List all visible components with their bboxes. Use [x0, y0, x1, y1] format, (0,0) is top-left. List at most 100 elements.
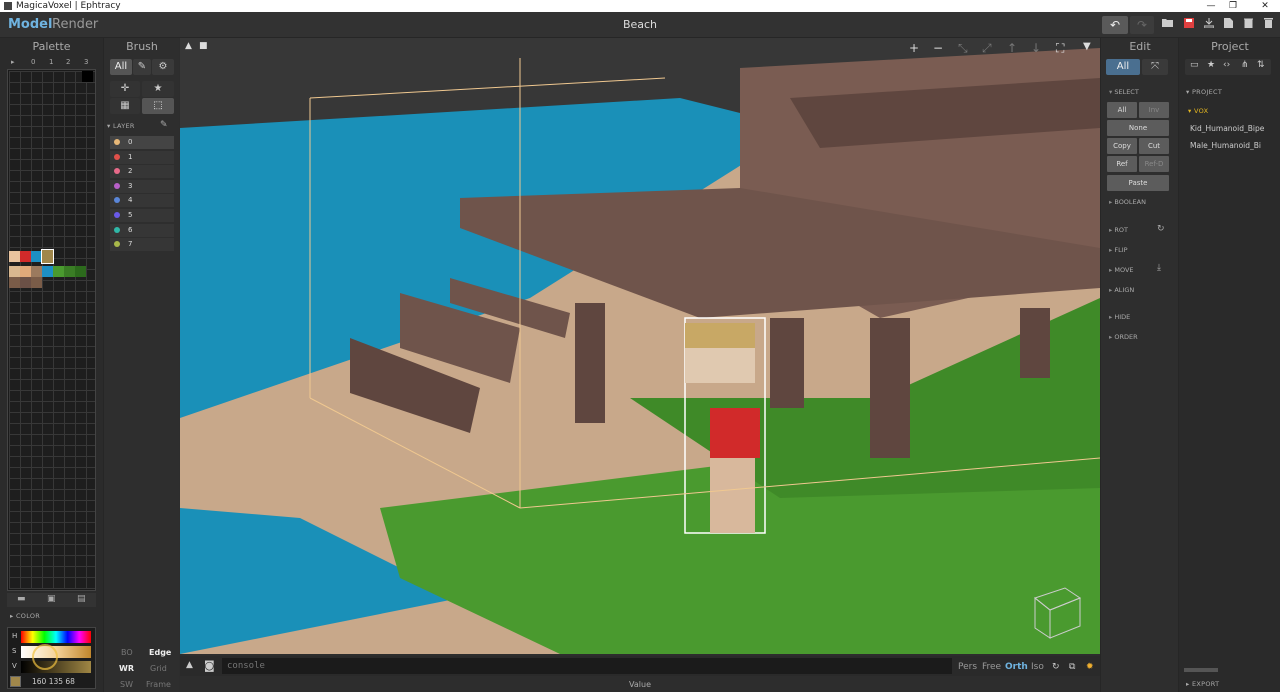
camera-icon[interactable]: ◙ [204, 659, 215, 672]
minimize-button[interactable]: — [1200, 0, 1222, 12]
palette-swatch[interactable] [42, 266, 53, 277]
layer-row[interactable]: 7 [110, 238, 174, 252]
paint-brush-icon[interactable]: ✎ [133, 59, 151, 75]
copy-button[interactable]: Copy [1107, 138, 1137, 154]
select-all-button[interactable]: All [1107, 102, 1137, 118]
palette-swatch[interactable] [82, 71, 93, 82]
option-grid[interactable]: Grid [150, 664, 167, 673]
layer-row[interactable]: 3 [110, 179, 174, 193]
ref-button[interactable]: Ref [1107, 156, 1137, 172]
undo-button[interactable]: ↶ [1102, 16, 1128, 34]
arrow-up-icon[interactable]: ↑ [1007, 41, 1017, 55]
palette-swatch[interactable] [9, 266, 20, 277]
layer-row[interactable]: 1 [110, 150, 174, 164]
grid-icon[interactable]: ▦ [110, 98, 140, 114]
trash-icon[interactable] [1260, 18, 1276, 32]
camera-free[interactable]: Free [982, 662, 1001, 672]
palette-swatch[interactable] [31, 266, 42, 277]
new-file-icon[interactable] [1220, 18, 1236, 32]
redo-button[interactable]: ↷ [1130, 16, 1154, 34]
palette-page-2[interactable]: 2 [66, 58, 70, 66]
select-box-icon[interactable]: ⬚ [142, 98, 174, 114]
cut-button[interactable]: Cut [1139, 138, 1169, 154]
console-toggle-icon[interactable]: ▲ [186, 660, 193, 670]
palette-swatch[interactable] [31, 277, 42, 288]
palette-page-1[interactable]: 1 [49, 58, 53, 66]
boolean-section[interactable]: ▸ BOOLEAN [1109, 198, 1146, 206]
folder-icon[interactable]: ▭ [1190, 60, 1199, 70]
3d-viewport[interactable]: ▲ ■ + − ⤡ ⤢ ↑ ↓ ⛶ ▼ [180, 38, 1100, 654]
sun-icon[interactable]: ✹ [1086, 662, 1094, 672]
voxel-scene[interactable] [180, 38, 1100, 654]
delete-icon[interactable] [1240, 18, 1256, 32]
camera-orth[interactable]: Orth [1005, 662, 1028, 672]
layer-row[interactable]: 2 [110, 165, 174, 179]
viewport-menu-icon[interactable]: ▼ [1083, 41, 1091, 52]
brush-settings-icon[interactable]: ⚙ [152, 59, 174, 75]
select-invert-button[interactable]: Inv [1139, 102, 1169, 118]
paint-tool-icon[interactable]: ■ [199, 41, 208, 51]
rot-section[interactable]: ▸ ROT [1109, 226, 1128, 234]
save-palette-icon[interactable]: ▣ [47, 594, 56, 604]
save-icon[interactable] [1181, 18, 1197, 32]
collapse-icon[interactable]: ⤡ [958, 41, 968, 56]
palette-swatch[interactable] [20, 266, 31, 277]
align-section[interactable]: ▸ ALIGN [1109, 286, 1134, 294]
layer-row[interactable]: 5 [110, 209, 174, 222]
project-scrollbar[interactable] [1184, 668, 1218, 672]
open-palette-icon[interactable]: ▬ [17, 594, 26, 604]
code-icon[interactable]: ‹› [1223, 60, 1230, 70]
zoom-out-button[interactable]: − [933, 41, 943, 55]
zoom-in-button[interactable]: + [909, 41, 919, 55]
palette-swatch[interactable] [64, 266, 75, 277]
layer-row[interactable]: 4 [110, 194, 174, 208]
palette-swatch-selected[interactable] [41, 249, 54, 264]
hue-slider[interactable] [21, 631, 91, 643]
palette-swatch[interactable] [20, 277, 31, 288]
pointer-tool-icon[interactable]: ▲ [185, 41, 192, 51]
sort-icon[interactable]: ⇅ [1257, 60, 1265, 70]
close-button[interactable]: ✕ [1254, 0, 1276, 12]
palette-swatch[interactable] [20, 251, 31, 262]
palette-swatch[interactable] [53, 266, 64, 277]
layer-row[interactable]: 0 [110, 136, 174, 149]
order-section[interactable]: ▸ ORDER [1109, 333, 1138, 341]
project-item[interactable]: Male_Humanoid_Bi [1190, 141, 1266, 150]
brush-mode-all[interactable]: All [110, 59, 132, 75]
layer-row[interactable]: 6 [110, 223, 174, 237]
edit-mode-all[interactable]: All [1106, 59, 1140, 75]
edit-layer-icon[interactable]: ✎ [160, 120, 168, 130]
option-edge[interactable]: Edge [149, 648, 171, 657]
arrow-down-icon[interactable]: ↓ [1031, 41, 1041, 55]
file-palette-icon[interactable]: ▤ [77, 594, 86, 604]
vox-folder[interactable]: ▾ VOX [1188, 107, 1208, 115]
project-item[interactable]: Kid_Humanoid_Bipe [1190, 124, 1266, 133]
rotate-icon[interactable]: ↻ [1052, 662, 1060, 672]
resize-icon[interactable]: ⤧ [1142, 59, 1168, 75]
flip-section[interactable]: ▸ FLIP [1109, 246, 1128, 254]
option-bo[interactable]: BO [121, 648, 133, 657]
camera-pers[interactable]: Pers [958, 662, 977, 672]
select-none-button[interactable]: None [1107, 120, 1169, 136]
tree-icon[interactable]: ⋔ [1241, 60, 1249, 70]
color-cursor[interactable] [32, 644, 58, 670]
star-icon[interactable]: ★ [142, 81, 174, 97]
palette-swatch[interactable] [9, 251, 20, 262]
palette-swatch[interactable] [9, 277, 20, 288]
cube-icon[interactable]: ⧉ [1069, 662, 1075, 672]
option-wr[interactable]: WR [119, 664, 134, 673]
paste-button[interactable]: Paste [1107, 175, 1169, 191]
ref-d-button[interactable]: Ref-D [1139, 156, 1169, 172]
maximize-button[interactable]: ❐ [1222, 0, 1244, 12]
open-folder-icon[interactable] [1160, 18, 1176, 32]
export-section[interactable]: ▸ EXPORT [1186, 680, 1219, 688]
expand-icon[interactable]: ⤢ [982, 41, 992, 56]
palette-grid[interactable] [7, 69, 96, 591]
palette-swatch[interactable] [75, 266, 86, 277]
camera-iso[interactable]: Iso [1031, 662, 1044, 672]
download-icon[interactable]: ⤓ [1157, 263, 1161, 273]
hide-section[interactable]: ▸ HIDE [1109, 313, 1130, 321]
palette-page-3[interactable]: 3 [84, 58, 88, 66]
console-input[interactable] [222, 658, 952, 674]
rotate-icon[interactable]: ↻ [1157, 224, 1165, 234]
